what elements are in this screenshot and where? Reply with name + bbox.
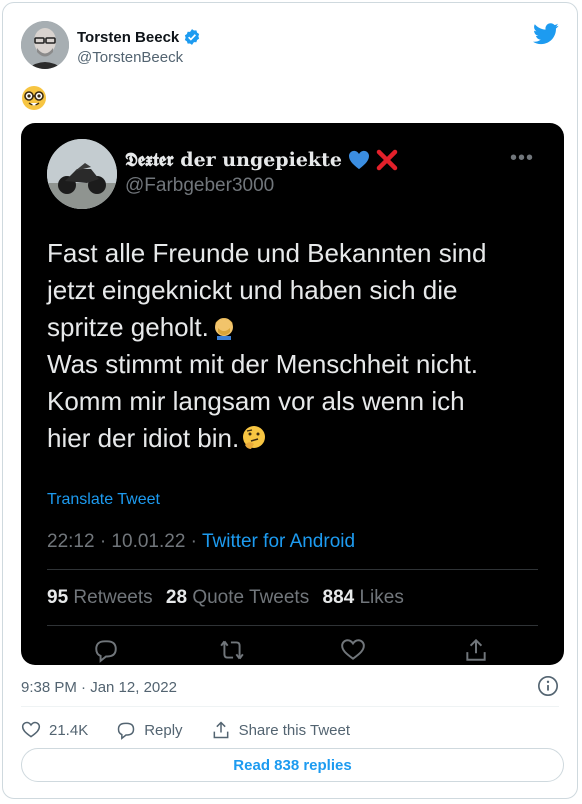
man-facepalming-emoji [214, 318, 233, 340]
reply-button[interactable]: Reply [116, 720, 183, 740]
body-line: spritze geholt. [47, 312, 209, 342]
divider [47, 625, 538, 626]
reply-icon [95, 640, 117, 663]
body-line: Was stimmt mit der Menschheit nicht. [47, 349, 479, 379]
body-line: Komm mir langsam vor als wenn ich [47, 386, 465, 416]
embedded-author-name-text: 𝕯𝖊𝖝𝖙𝖊𝖗 der ungepiekte [125, 149, 342, 171]
embedded-tweet-screenshot[interactable]: 𝕯𝖊𝖝𝖙𝖊𝖗 der ungepiekte @Farbgeber3000 •••… [21, 123, 564, 665]
likes-count: 884 [322, 587, 355, 608]
info-icon[interactable] [537, 675, 559, 697]
retweet-icon [220, 640, 244, 660]
share-label: Share this Tweet [238, 721, 351, 739]
like-count: 21.4K [49, 721, 89, 739]
embedded-timestamp: 22:12 · 10.01.22 · Twitter for Android [47, 531, 355, 553]
author-name[interactable]: Torsten Beeck [77, 28, 201, 46]
embedded-tweet-text: Fast alle Freunde und Bekannten sind jet… [47, 235, 547, 457]
divider [21, 706, 559, 707]
read-replies-button[interactable]: Read 838 replies [21, 748, 564, 782]
heart-icon [21, 721, 41, 738]
translate-tweet-link: Translate Tweet [47, 491, 160, 508]
reply-icon [117, 722, 135, 740]
red-x-emoji [376, 149, 398, 171]
tweet-action-bar: 21.4K Reply Share this Tweet [21, 719, 378, 741]
embedded-author-handle: @Farbgeber3000 [125, 175, 275, 196]
body-line: jetzt eingeknickt und haben sich die [47, 275, 458, 305]
likes-label: Likes [359, 587, 404, 608]
embedded-action-bar [21, 635, 564, 665]
embedded-author-avatar [47, 139, 117, 209]
body-line: Fast alle Freunde und Bekannten sind [47, 238, 487, 268]
embedded-author-name: 𝕯𝖊𝖝𝖙𝖊𝖗 der ungepiekte [125, 149, 398, 171]
time-date: 22:12 · 10.01.22 · [47, 531, 202, 552]
author-avatar[interactable] [21, 21, 69, 69]
nerd-face-emoji [22, 86, 46, 110]
author-handle[interactable]: @TorstenBeeck [77, 49, 183, 66]
quote-tweets-label: Quote Tweets [192, 587, 310, 608]
quote-tweets-count: 28 [165, 587, 188, 608]
retweets-count: 95 [47, 587, 69, 608]
like-button[interactable]: 21.4K [21, 720, 88, 740]
body-line: hier der idiot bin. [47, 423, 240, 453]
author-name-text: Torsten Beeck [77, 28, 180, 46]
read-replies-label: Read 838 replies [233, 756, 352, 774]
body-line-with-emoji: spritze geholt. [47, 309, 547, 346]
reply-label: Reply [144, 721, 183, 739]
tweet-timestamp[interactable]: 9:38 PM · Jan 12, 2022 [21, 679, 177, 696]
tweet-source: Twitter for Android [201, 531, 356, 552]
share-button[interactable]: Share this Tweet [211, 720, 350, 740]
twitter-bird-icon[interactable] [533, 23, 559, 45]
thinking-face-emoji [243, 426, 266, 449]
body-line-with-emoji: hier der idiot bin. [47, 420, 547, 457]
blue-heart-emoji [348, 150, 369, 170]
more-options-icon: ••• [509, 147, 534, 169]
verified-badge-icon [185, 29, 200, 45]
divider [47, 569, 538, 570]
share-icon [213, 721, 228, 739]
share-icon [466, 638, 486, 661]
embedded-stats: 95 Retweets 28 Quote Tweets 884 Likes [47, 587, 404, 609]
tweet-card: Torsten Beeck @TorstenBeeck 𝕯𝖊𝖝𝖙𝖊𝖗 der u… [2, 2, 578, 799]
retweets-label: Retweets [73, 587, 153, 608]
like-icon [341, 639, 365, 660]
